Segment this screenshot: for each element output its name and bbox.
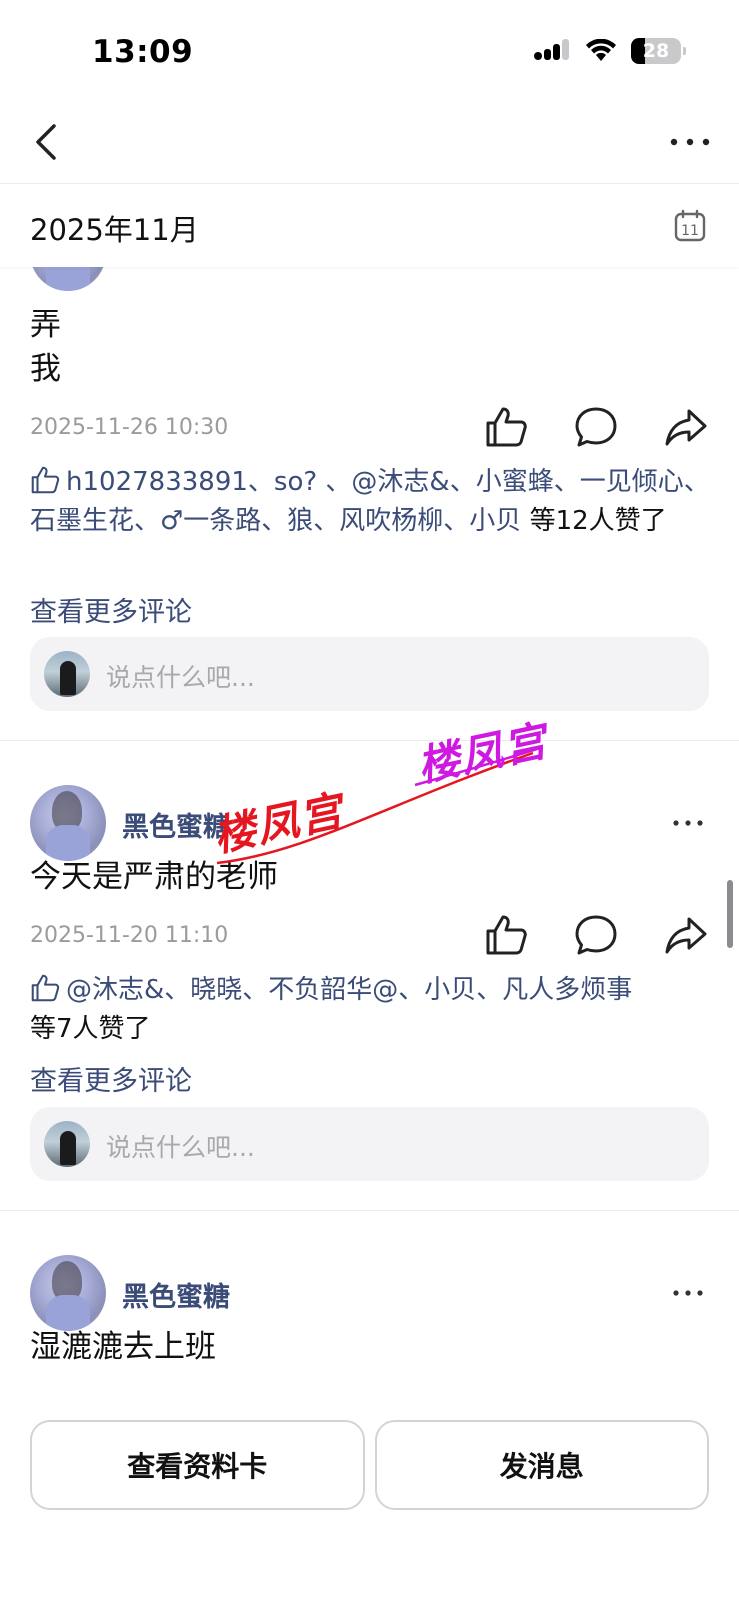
comment-icon[interactable] (574, 405, 618, 449)
likes-summary: @沐志&、晓晓、不负韶华@、小贝、凡人多烦事等7人赞了 (30, 971, 715, 1049)
view-profile-card-button[interactable]: 查看资料卡 (30, 1420, 365, 1510)
likes-count: 等7人赞了 (30, 1014, 151, 1044)
status-icons: 28 (533, 38, 686, 64)
like-icon[interactable] (484, 405, 528, 449)
post-text: 湿漉漉去上班 (30, 1329, 216, 1365)
liker-names[interactable]: @沐志&、晓晓、不负韶华@、小贝、凡人多烦事 (66, 975, 632, 1005)
comment-input[interactable]: 说点什么吧... (30, 637, 709, 711)
wifi-icon (586, 39, 616, 61)
status-time: 13:09 (92, 34, 194, 70)
back-chevron-icon[interactable] (28, 118, 68, 166)
likes-count: 等12人赞了 (521, 506, 667, 536)
scrollbar-thumb[interactable] (727, 880, 733, 948)
comment-icon[interactable] (574, 913, 618, 957)
post-time: 2025-11-20 11:10 (30, 923, 229, 948)
my-avatar (44, 1121, 90, 1167)
thumb-up-icon (31, 466, 60, 494)
status-bar: 13:09 28 (0, 0, 739, 100)
ellipsis-icon[interactable] (665, 122, 715, 162)
comment-input[interactable]: 说点什么吧... (30, 1107, 709, 1181)
post-text-line: 我 (30, 351, 61, 387)
bottom-actions: 查看资料卡 发消息 (30, 1420, 709, 1510)
share-icon[interactable] (664, 405, 708, 449)
signal-icon (534, 39, 569, 60)
nav-bar (0, 100, 739, 184)
feed-scroll-area[interactable]: 弄 我 2025-11-26 10:30 h1027833891、so? 、@沐… (0, 185, 739, 1600)
post-more-icon[interactable] (671, 816, 705, 830)
username[interactable]: 黑色蜜糖 (122, 1275, 230, 1314)
comment-placeholder: 说点什么吧... (106, 663, 255, 692)
post-more-icon[interactable] (671, 1286, 705, 1300)
avatar[interactable] (30, 1255, 106, 1331)
likes-summary: h1027833891、so? 、@沐志&、小蜜蜂、一见倾心、石墨生花、♂一条路… (30, 463, 715, 541)
calendar-icon[interactable]: 11 (673, 209, 707, 243)
divider (0, 1210, 739, 1211)
view-more-comments-link[interactable]: 查看更多评论 (30, 590, 192, 629)
comment-placeholder: 说点什么吧... (106, 1133, 255, 1162)
my-avatar (44, 651, 90, 697)
calendar-day: 11 (681, 223, 699, 239)
divider (0, 740, 739, 741)
post-text-line: 弄 (30, 307, 61, 343)
post-time: 2025-11-26 10:30 (30, 415, 229, 440)
like-icon[interactable] (484, 913, 528, 957)
month-header: 2025年11月 11 (0, 185, 739, 267)
share-icon[interactable] (664, 913, 708, 957)
avatar[interactable] (30, 785, 106, 861)
view-more-comments-link[interactable]: 查看更多评论 (30, 1059, 192, 1098)
battery-indicator: 28 (631, 38, 686, 64)
month-label: 2025年11月 (30, 213, 199, 247)
send-message-button[interactable]: 发消息 (374, 1420, 709, 1510)
thumb-up-icon (31, 974, 60, 1002)
